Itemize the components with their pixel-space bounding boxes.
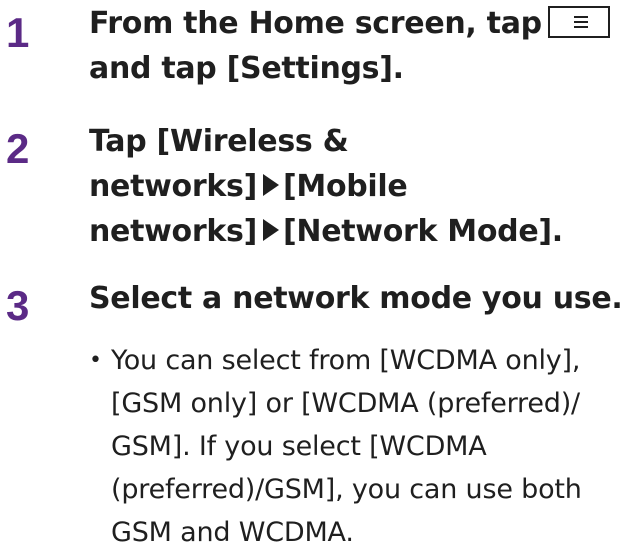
step-2-title-line-2: networks] [Mobile: [89, 164, 408, 209]
menu-key-icon: [547, 5, 610, 38]
step-2-text-network-mode: [Network Mode].: [282, 214, 563, 249]
step-2-text-mobile: [Mobile: [282, 169, 408, 204]
step-2-text-networks-2: networks]: [89, 214, 257, 249]
step-1-number: 1: [6, 9, 30, 56]
step-2-title-line-3: networks] [Network Mode].: [89, 209, 563, 254]
step-1-title-line-2: and tap [Settings].: [89, 51, 404, 86]
step-3-title: Select a network mode you use.: [89, 281, 620, 316]
step-1-title-line-1: From the Home screen, tap: [89, 1, 610, 46]
right-triangle-arrow-icon: [262, 173, 279, 196]
step-3-number: 3: [6, 282, 30, 329]
step-1-text: From the Home screen, tap: [89, 6, 542, 41]
menu-lines-icon: [573, 15, 588, 28]
step-2-text-networks: networks]: [89, 169, 257, 204]
bullet-icon: •: [89, 348, 102, 373]
step-3-note-text: You can select from [WCDMA only], [GSM o…: [111, 345, 582, 548]
right-triangle-arrow-icon: [262, 218, 279, 241]
step-3-note: • You can select from [WCDMA only], [GSM…: [89, 339, 619, 554]
step-2-number: 2: [6, 125, 30, 172]
step-2-title-line-1: Tap [Wireless &: [89, 124, 349, 159]
